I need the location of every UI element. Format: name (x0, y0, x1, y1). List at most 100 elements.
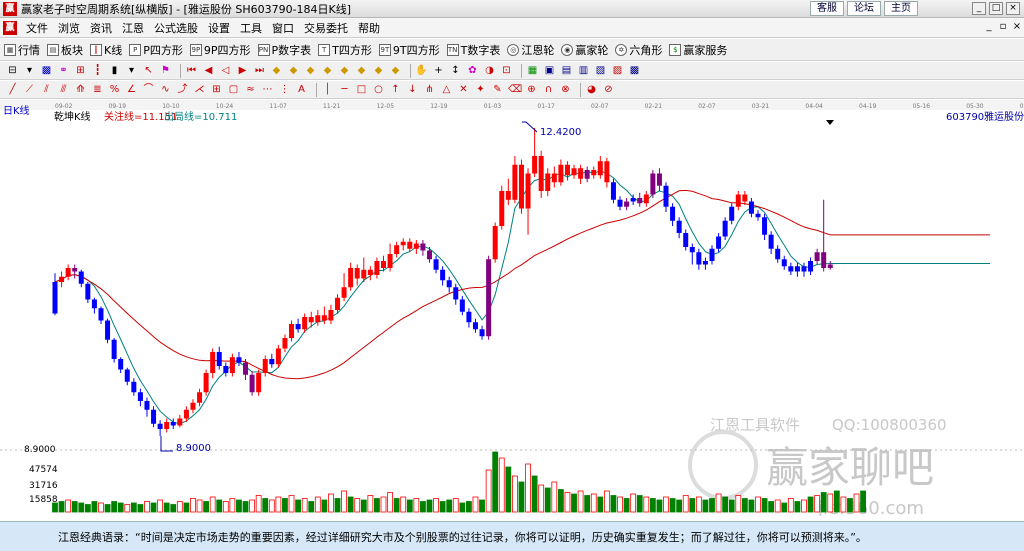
flag-icon[interactable]: ⚑ (159, 64, 172, 77)
arrow-cursor-icon[interactable]: ↖ (142, 64, 155, 77)
pitchfork-icon[interactable]: ⋔ (423, 83, 436, 96)
minimize-icon[interactable]: _ (972, 2, 986, 15)
brush-icon[interactable]: ✎ (491, 83, 504, 96)
kline-chart-area[interactable]: 09-02 09-19 10-10 10-24 11-07 11-21 12-05 12-19… (0, 100, 1024, 519)
delete-all-icon[interactable]: ⊘ (602, 83, 615, 96)
fibonacci-icon[interactable]: ≣ (91, 83, 104, 96)
rectangle-icon[interactable]: □ (355, 83, 368, 96)
diamond-icon[interactable]: ◆ (338, 64, 351, 77)
gann-wheel-button[interactable]: ◎ 江恩轮 (507, 42, 554, 58)
close-icon[interactable]: × (1006, 2, 1020, 15)
winner-wheel-button[interactable]: ◉ 赢家轮 (561, 42, 608, 58)
menu-settings[interactable]: 设置 (203, 20, 235, 36)
back-icon[interactable]: ◁ (219, 64, 232, 77)
diamond-icon[interactable]: ◆ (270, 64, 283, 77)
blocks-button[interactable]: ▤ 板块 (47, 42, 83, 58)
first-icon[interactable]: ⏮ (185, 64, 198, 77)
dropdown-icon[interactable]: ▾ (23, 64, 36, 77)
mdi-close-icon[interactable]: × (1011, 21, 1023, 32)
menu-gann[interactable]: 江恩 (117, 20, 149, 36)
cycle-icon[interactable]: ⋯ (261, 83, 274, 96)
spiral-icon[interactable]: ∿ (159, 83, 172, 96)
prev-icon[interactable]: ◀ (202, 64, 215, 77)
menu-file[interactable]: 文件 (21, 20, 53, 36)
winner-service-button[interactable]: $ 赢家服务 (669, 42, 727, 58)
hexagon-button[interactable]: ✡ 六角形 (615, 42, 662, 58)
p-table-button[interactable]: PN P数字表 (257, 42, 311, 58)
menu-info[interactable]: 资讯 (85, 20, 117, 36)
menu-triangle-icon[interactable] (826, 120, 834, 125)
palette-icon[interactable]: ✿ (466, 64, 479, 77)
diamond-icon[interactable]: ◆ (372, 64, 385, 77)
layout-icon[interactable]: ⊟ (6, 64, 19, 77)
forum-link[interactable]: 论坛 (847, 1, 881, 16)
report-icon[interactable]: ▥ (577, 64, 590, 77)
mdi-minimize-icon[interactable]: _ (983, 21, 995, 32)
diamond-icon[interactable]: ◆ (287, 64, 300, 77)
cross-icon[interactable]: ✕ (457, 83, 470, 96)
dropdown-icon[interactable]: ▾ (125, 64, 138, 77)
eraser-icon[interactable]: ⌫ (508, 83, 522, 96)
magnet-icon[interactable]: ∩ (542, 83, 555, 96)
channel-icon[interactable]: ⫻ (57, 83, 70, 96)
next-icon[interactable]: ▶ (236, 64, 249, 77)
settings-icon[interactable]: ▩ (628, 64, 641, 77)
diamond-icon[interactable]: ◆ (304, 64, 317, 77)
print-icon[interactable]: ▧ (594, 64, 607, 77)
fan-icon[interactable]: ⟰ (74, 83, 87, 96)
quote-button[interactable]: ▦ 行情 (4, 42, 40, 58)
kline-button[interactable]: ┃ K线 (90, 42, 122, 58)
menu-formula[interactable]: 公式选股 (149, 20, 203, 36)
arc-icon[interactable]: ⌒ (142, 83, 155, 96)
hand-icon[interactable]: ✋ (415, 64, 428, 77)
trend-icon[interactable]: ⤴ (176, 83, 189, 96)
ray-icon[interactable]: ⟋ (23, 83, 36, 96)
arrow-up-icon[interactable]: ↑ (389, 83, 402, 96)
menu-browse[interactable]: 浏览 (53, 20, 85, 36)
ellipse-icon[interactable]: ○ (372, 83, 385, 96)
export-icon[interactable]: ▨ (611, 64, 624, 77)
gauge-icon[interactable]: ◑ (483, 64, 496, 77)
bar-style-icon[interactable]: ▮ (108, 64, 121, 77)
maximize-icon[interactable]: □ (989, 2, 1003, 15)
vertical-line-icon[interactable]: │ (321, 83, 334, 96)
chart-bars-icon[interactable]: ┇ (91, 64, 104, 77)
crosshair-icon[interactable]: + (432, 64, 445, 77)
diamond-icon[interactable]: ◆ (321, 64, 334, 77)
t-table-button[interactable]: TN T数字表 (446, 42, 500, 58)
menu-trade[interactable]: 交易委托 (299, 20, 353, 36)
calendar-icon[interactable]: ▦ (526, 64, 539, 77)
save-icon[interactable]: ▣ (543, 64, 556, 77)
text-icon[interactable]: A (295, 83, 308, 96)
pattern-icon[interactable]: ▩ (40, 64, 53, 77)
lock-icon[interactable]: ⊕ (525, 83, 538, 96)
parallel-icon[interactable]: ⫽ (40, 83, 53, 96)
menu-window[interactable]: 窗口 (267, 20, 299, 36)
mdi-restore-icon[interactable]: ▫ (997, 21, 1009, 32)
percent-icon[interactable]: % (108, 83, 121, 96)
time-zone-icon[interactable]: ⋮ (278, 83, 291, 96)
9t-square-button[interactable]: 9T 9T四方形 (378, 42, 440, 58)
delete-icon[interactable]: ⊗ (559, 83, 572, 96)
t-square-button[interactable]: T T四方形 (318, 42, 372, 58)
table-icon[interactable]: ▤ (560, 64, 573, 77)
home-link[interactable]: 主页 (884, 1, 918, 16)
horizontal-line-icon[interactable]: ─ (338, 83, 351, 96)
fit-icon[interactable]: ⊡ (500, 64, 513, 77)
wave-icon[interactable]: ≈ (244, 83, 257, 96)
menu-help[interactable]: 帮助 (353, 20, 385, 36)
cursor-icon[interactable]: ↕ (449, 64, 462, 77)
service-link[interactable]: 客服 (810, 1, 844, 16)
arrow-down-icon[interactable]: ↓ (406, 83, 419, 96)
angle-icon[interactable]: ∠ (125, 83, 138, 96)
square-icon[interactable]: ▢ (227, 83, 240, 96)
line-icon[interactable]: ╱ (6, 83, 19, 96)
kline-chart-svg[interactable]: 09-02 09-19 10-10 10-24 11-07 11-21 12-05 12-19… (0, 100, 1024, 519)
link-icon[interactable]: ⚭ (57, 64, 70, 77)
star-icon[interactable]: ✦ (474, 83, 487, 96)
color-wheel-icon[interactable]: ◕ (585, 83, 598, 96)
triangle-icon[interactable]: △ (440, 83, 453, 96)
9p-square-button[interactable]: 9P 9P四方形 (189, 42, 251, 58)
diamond-icon[interactable]: ◆ (355, 64, 368, 77)
grid-lines-icon[interactable]: ⊞ (210, 83, 223, 96)
